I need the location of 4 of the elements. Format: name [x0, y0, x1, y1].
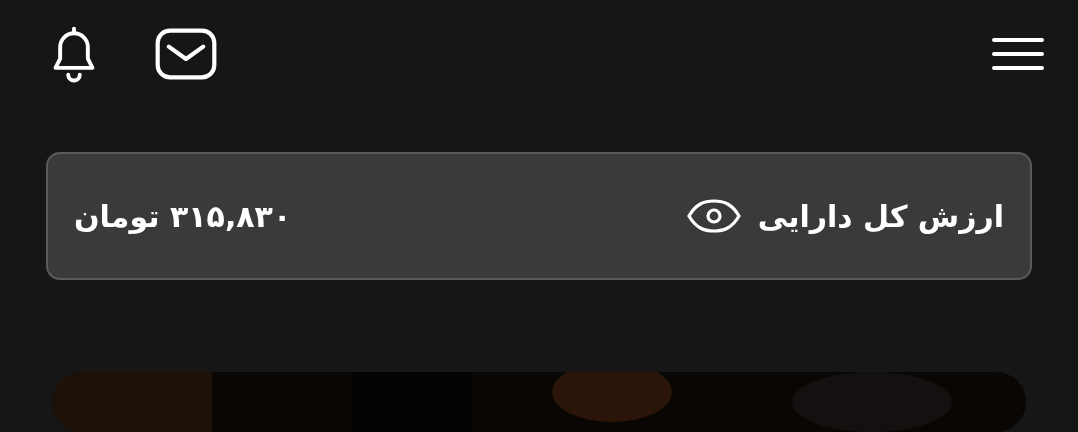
mail-icon[interactable] [154, 26, 218, 82]
eye-icon[interactable] [685, 198, 742, 234]
balance-amount: ۳۱۵,۸۳۰ تومان [74, 198, 292, 234]
total-assets-label: ارزش کل دارایی [757, 198, 1004, 234]
